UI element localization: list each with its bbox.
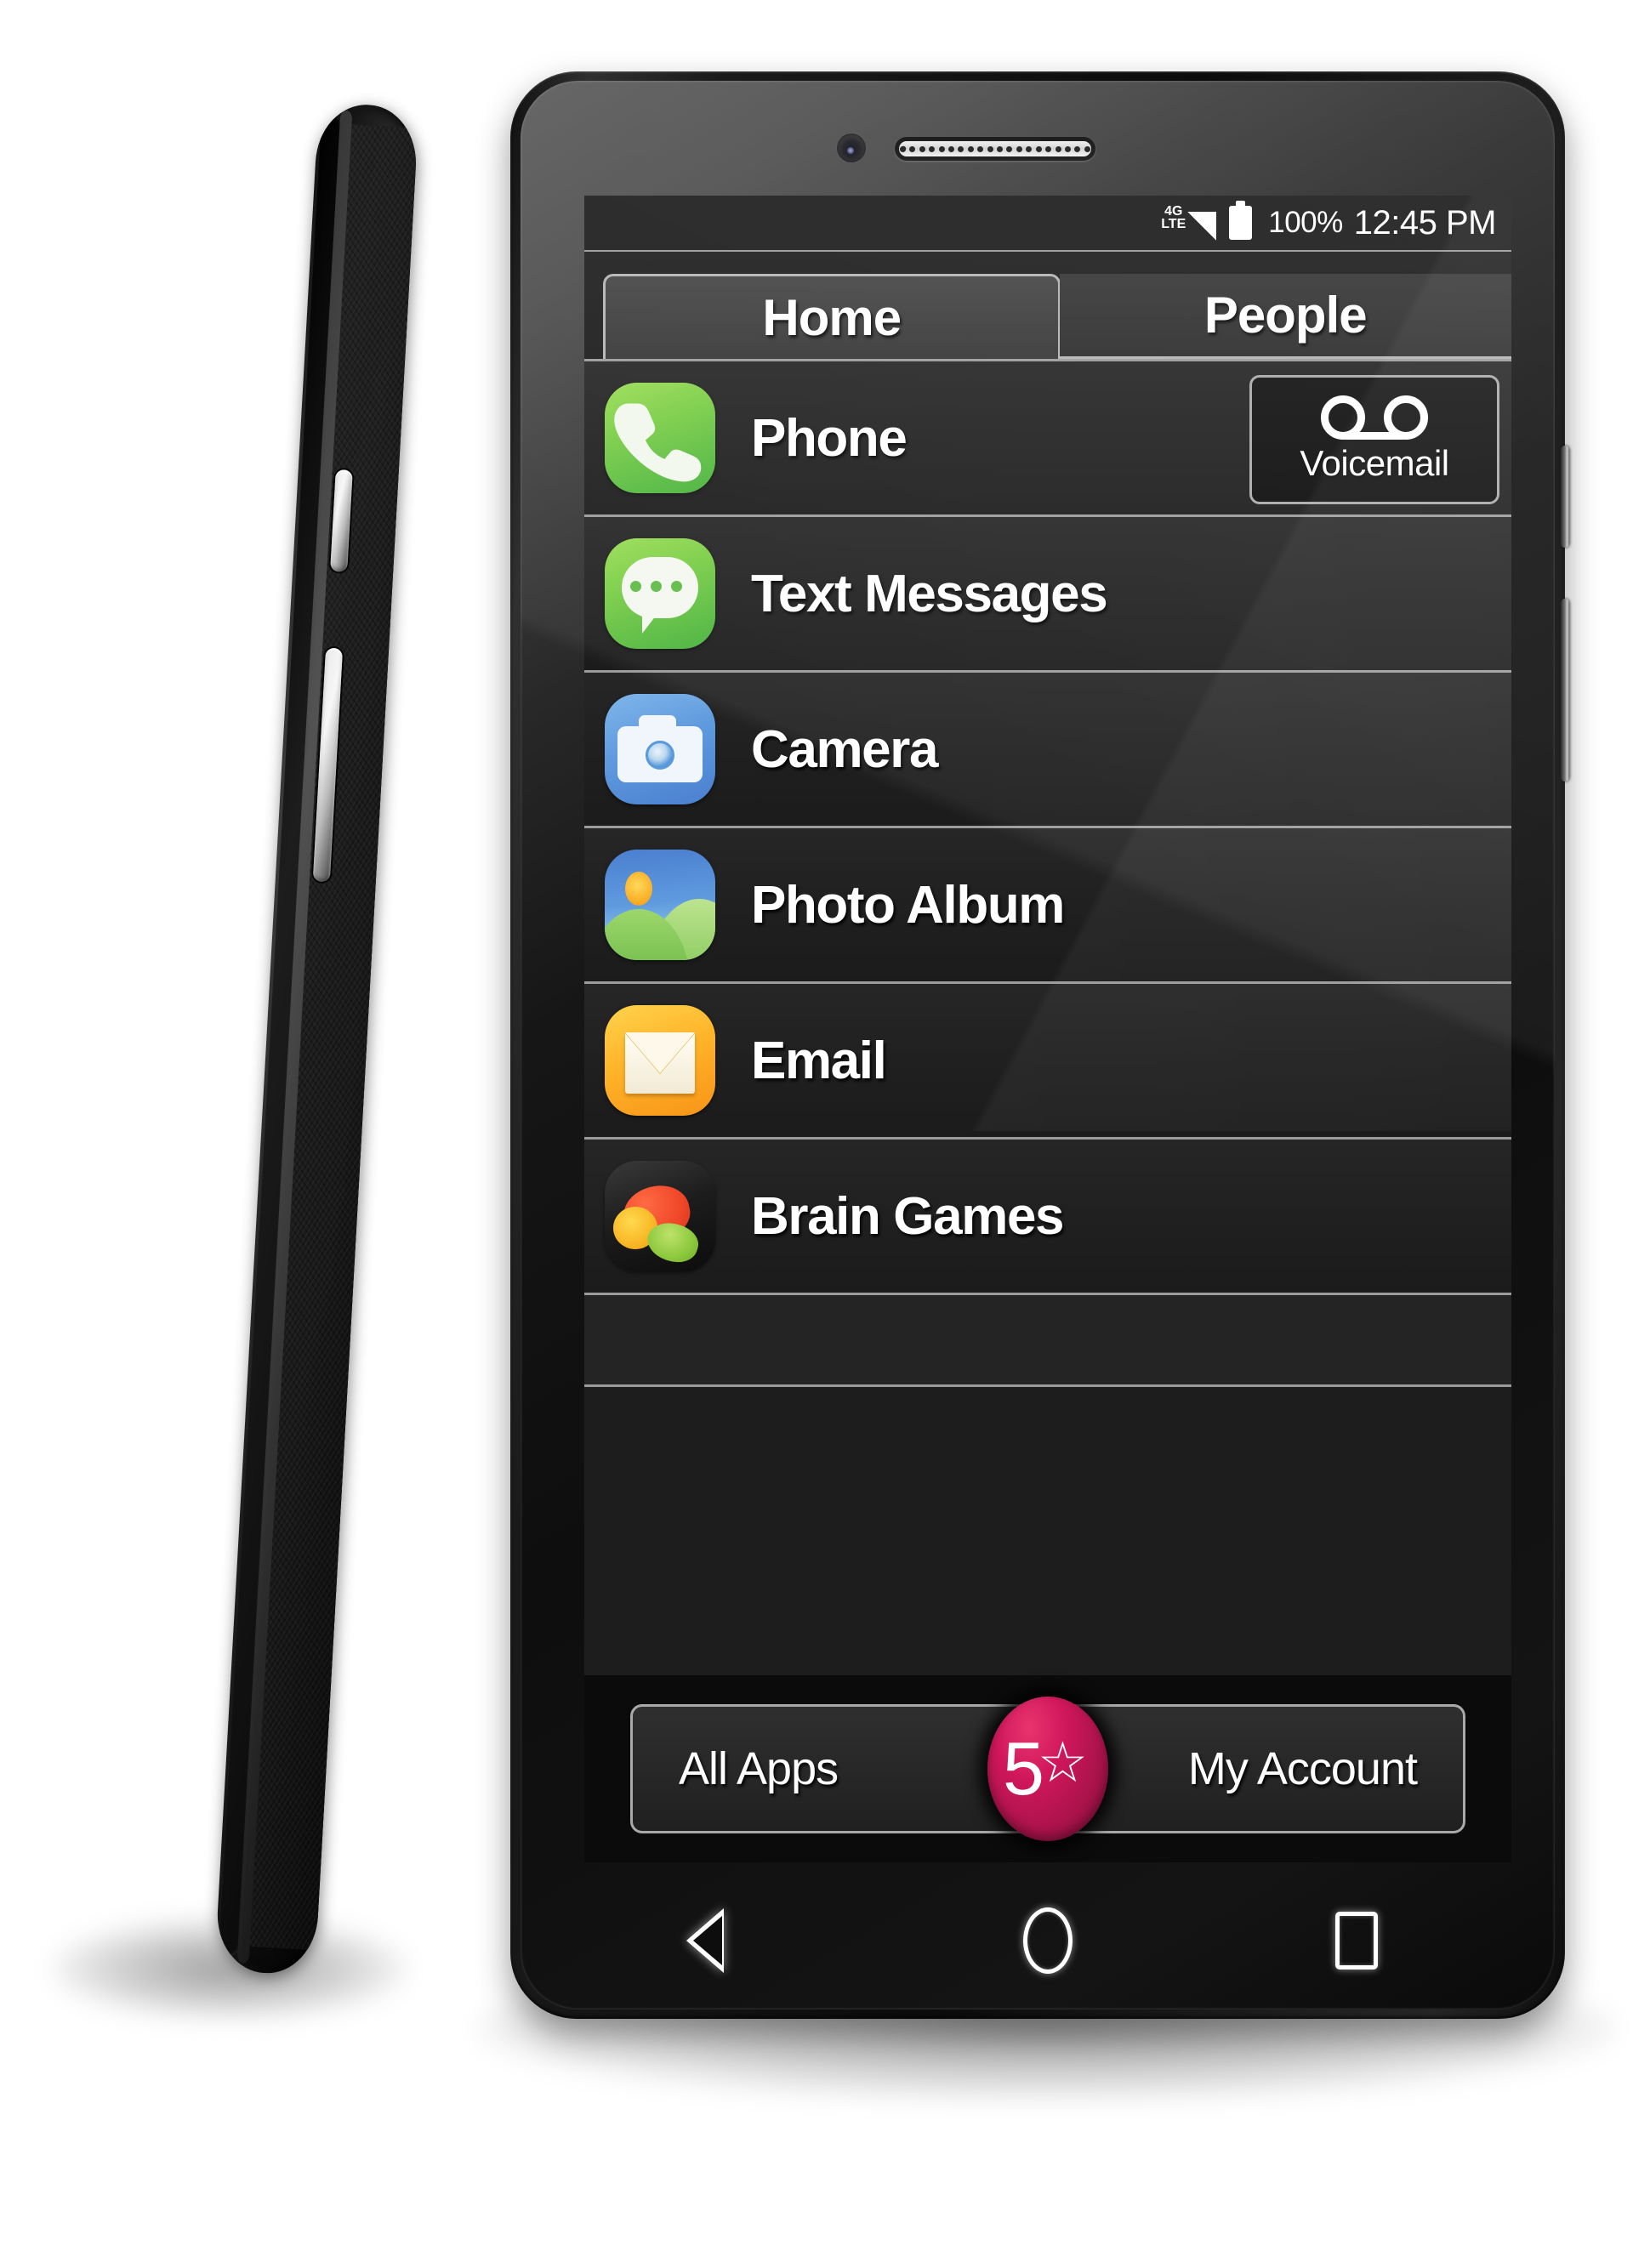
nav-home-button[interactable] xyxy=(993,1902,1103,1979)
voicemail-tape-icon xyxy=(1321,395,1428,440)
screenshot-canvas: 4G LTE 100% 12:45 PM Home People Phone V… xyxy=(0,0,1633,2268)
tab-home[interactable]: Home xyxy=(603,274,1061,359)
voicemail-label: Voicemail xyxy=(1300,443,1449,483)
tab-home-label: Home xyxy=(762,289,902,346)
sun-shape xyxy=(625,872,652,906)
brain-icon xyxy=(605,1161,715,1271)
list-item-text-messages[interactable]: Text Messages xyxy=(584,517,1511,673)
bottom-bar: All Apps 5 ☆ My Account xyxy=(630,1697,1465,1841)
app-list: Phone Voicemail Text Messages Camera Pho… xyxy=(584,359,1511,1387)
battery-percent: 100% xyxy=(1268,206,1343,239)
signal-indicator: 4G LTE xyxy=(1161,203,1217,241)
photo-landscape-icon xyxy=(605,850,715,960)
tab-people-label: People xyxy=(1203,287,1368,344)
list-item-text-messages-label: Text Messages xyxy=(751,564,1108,623)
camera-icon xyxy=(605,694,715,804)
phone-front-face: 4G LTE 100% 12:45 PM Home People Phone V… xyxy=(521,81,1555,2009)
list-item-photo-album-label: Photo Album xyxy=(751,875,1065,935)
earpiece-speaker-icon xyxy=(895,137,1095,161)
bubble-dots xyxy=(630,581,682,592)
my-account-button[interactable]: My Account xyxy=(1188,1742,1418,1795)
envelope-flap xyxy=(625,1032,695,1073)
network-type-bottom: LTE xyxy=(1161,216,1186,231)
home-circle-icon xyxy=(1022,1907,1073,1974)
nav-recents-button[interactable] xyxy=(1301,1902,1412,1979)
list-item-photo-album[interactable]: Photo Album xyxy=(584,828,1511,984)
side-phone-body xyxy=(214,102,419,1976)
back-triangle-icon xyxy=(692,1908,758,1973)
android-nav-bar xyxy=(584,1877,1511,2004)
phone-screen: 4G LTE 100% 12:45 PM Home People Phone V… xyxy=(584,196,1511,1862)
camera-lens xyxy=(646,741,674,770)
bubble-tail xyxy=(642,611,659,634)
volume-rocker[interactable] xyxy=(1561,599,1569,782)
list-item-camera[interactable]: Camera xyxy=(584,673,1511,828)
tab-people[interactable]: People xyxy=(1059,274,1511,359)
phone-icon xyxy=(605,383,715,493)
nav-back-button[interactable] xyxy=(684,1902,794,1979)
signal-bars-icon xyxy=(1187,212,1217,241)
network-type-top: 4G xyxy=(1164,203,1183,219)
voicemail-button[interactable]: Voicemail xyxy=(1249,375,1499,504)
message-bubble-icon xyxy=(605,538,715,649)
front-camera-icon xyxy=(837,134,866,162)
battery-full-icon xyxy=(1229,201,1253,240)
list-item-empty xyxy=(584,1295,1511,1387)
list-item-phone[interactable]: Phone Voicemail xyxy=(584,361,1511,517)
power-button[interactable] xyxy=(1561,446,1569,548)
five-star-logo[interactable]: 5 ☆ xyxy=(987,1697,1108,1841)
recents-square-icon xyxy=(1335,1912,1379,1970)
list-item-brain-games[interactable]: Brain Games xyxy=(584,1140,1511,1295)
all-apps-button[interactable]: All Apps xyxy=(679,1742,839,1795)
network-type-label: 4G LTE xyxy=(1161,203,1186,241)
front-facing-phone: 4G LTE 100% 12:45 PM Home People Phone V… xyxy=(510,71,1569,2019)
speaker-holes xyxy=(900,137,1090,161)
bottom-bar-zone: All Apps 5 ☆ My Account xyxy=(584,1675,1511,1862)
five-star-number: 5 xyxy=(1002,1726,1044,1810)
status-bar: 4G LTE 100% 12:45 PM xyxy=(584,196,1511,252)
phone-handset-glyph xyxy=(614,403,702,482)
side-profile-phone xyxy=(214,102,419,1976)
list-item-phone-label: Phone xyxy=(751,408,908,468)
status-clock: 12:45 PM xyxy=(1353,203,1497,242)
list-item-email[interactable]: Email xyxy=(584,984,1511,1140)
list-item-email-label: Email xyxy=(751,1031,887,1090)
tab-bar: Home People xyxy=(584,252,1511,359)
list-item-camera-label: Camera xyxy=(751,719,938,779)
envelope-icon xyxy=(605,1005,715,1116)
star-icon: ☆ xyxy=(1037,1731,1089,1793)
list-item-brain-games-label: Brain Games xyxy=(751,1186,1065,1246)
